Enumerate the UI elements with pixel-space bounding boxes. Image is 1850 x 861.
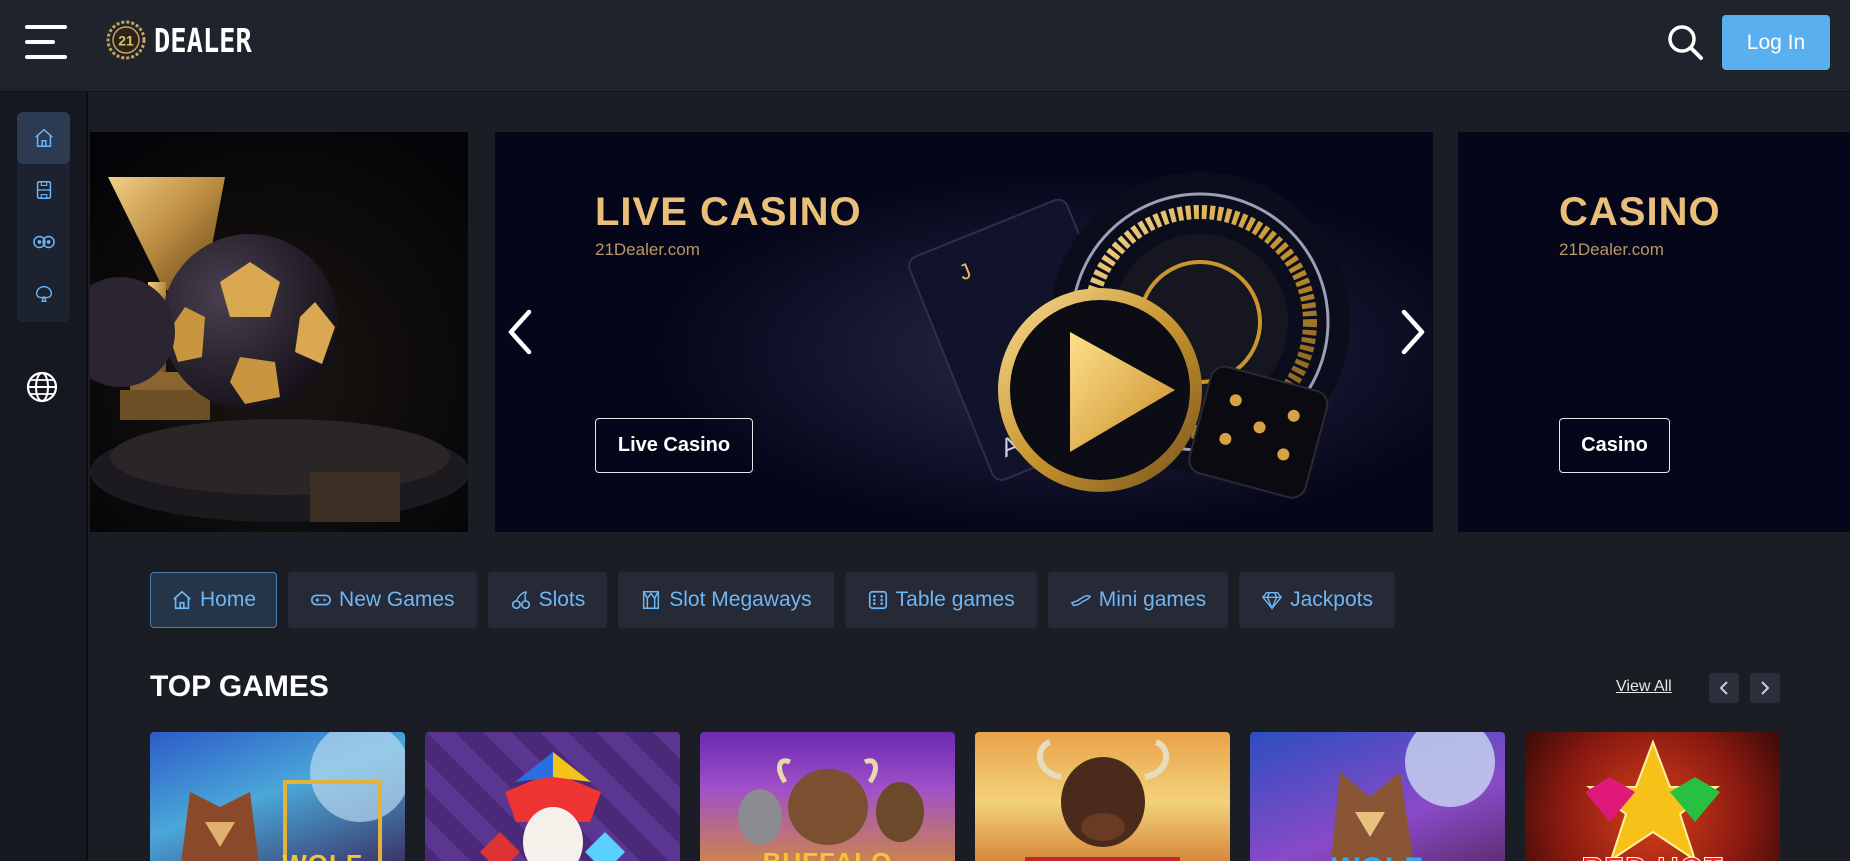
chevron-left-icon[interactable] <box>503 302 543 362</box>
left-sidebar <box>0 92 88 861</box>
diamond-icon <box>1262 591 1283 611</box>
game-title: BUFFALO <box>700 847 955 861</box>
plane-icon <box>1070 595 1091 607</box>
tab-label: Slots <box>538 588 586 611</box>
sidebar-nav <box>17 112 70 322</box>
logo-badge-icon: 21 <box>106 20 146 60</box>
gamepad-icon <box>311 594 332 606</box>
logo-number: 21 <box>118 33 134 49</box>
tab-label: Home <box>200 588 257 611</box>
tab-new-games[interactable]: New Games <box>288 572 477 628</box>
game-tile[interactable] <box>975 732 1230 861</box>
logo-text: DEALER <box>154 20 252 60</box>
banner-subtitle: 21Dealer.com <box>595 240 700 259</box>
game-title: RED HOT <box>1525 852 1780 861</box>
tab-jackpots[interactable]: Jackpots <box>1239 572 1395 628</box>
login-button[interactable]: Log In <box>1722 15 1830 70</box>
tab-slot-megaways[interactable]: Slot Megaways <box>618 572 834 628</box>
tab-label: Mini games <box>1098 588 1207 611</box>
tab-label: Jackpots <box>1290 588 1373 611</box>
globe-icon[interactable] <box>25 370 59 404</box>
tab-label: New Games <box>339 588 455 611</box>
banner-live-casino[interactable]: A J LIVE CASINO 21Dealer.com Live Casino <box>495 132 1433 532</box>
sidebar-item-live-casino[interactable] <box>17 216 70 268</box>
tab-mini-games[interactable]: Mini games <box>1047 572 1229 628</box>
live-casino-button[interactable]: Live Casino <box>595 418 753 473</box>
trophy-football-image <box>90 132 468 532</box>
home-icon <box>34 128 53 147</box>
game-tile[interactable] <box>425 732 680 861</box>
wolf-game-image <box>1331 732 1495 861</box>
tab-label: Slot Megaways <box>669 588 812 611</box>
banner-sports[interactable] <box>90 132 468 532</box>
view-all-link[interactable]: View All <box>1616 678 1672 696</box>
chevron-left-icon <box>1719 681 1728 695</box>
banner-title: LIVE CASINO <box>595 190 862 234</box>
tab-label: Table games <box>895 588 1015 611</box>
category-tabs: Home New Games Slots Slot Megaways Table… <box>150 572 1395 628</box>
bull-game-image <box>1025 739 1180 861</box>
sports-icon <box>36 181 51 199</box>
cherries-icon <box>511 591 530 610</box>
dice-icon <box>868 590 887 610</box>
sidebar-item-sports[interactable] <box>17 164 70 216</box>
menu-icon[interactable] <box>25 25 67 59</box>
live-casino-icon <box>32 235 55 249</box>
top-header: 21 DEALER Log In <box>0 0 1850 92</box>
tab-table-games[interactable]: Table games <box>844 572 1037 628</box>
chevron-right-icon[interactable] <box>1390 302 1430 362</box>
game-tile[interactable]: BUFFALO <box>700 732 955 861</box>
game-tile[interactable]: RED HOT <box>1525 732 1780 861</box>
casino-button[interactable]: Casino <box>1559 418 1670 473</box>
wolf-game-image <box>181 732 405 861</box>
banner-casino[interactable]: CASINO 21Dealer.com Casino <box>1458 132 1850 532</box>
sidebar-item-home[interactable] <box>17 112 70 164</box>
game-tile[interactable]: WOLF <box>1250 732 1505 861</box>
tab-slots[interactable]: Slots <box>487 572 608 628</box>
casino-icon <box>35 285 52 303</box>
sidebar-item-casino[interactable] <box>17 268 70 320</box>
top-games-title: TOP GAMES <box>150 670 329 703</box>
red-hot-game-image <box>1585 739 1721 861</box>
logo[interactable]: 21 DEALER <box>106 20 273 60</box>
buffalo-game-image <box>738 758 924 845</box>
megaways-icon <box>643 591 660 609</box>
joker-game-image <box>480 752 625 861</box>
games-prev-button[interactable] <box>1709 673 1739 703</box>
banner-title: CASINO <box>1559 190 1721 234</box>
banner-subtitle: 21Dealer.com <box>1559 240 1664 259</box>
game-title: WOLF <box>1250 852 1505 861</box>
games-next-button[interactable] <box>1750 673 1780 703</box>
tab-home[interactable]: Home <box>150 572 278 628</box>
home-icon <box>173 590 191 610</box>
game-title: WOLF <box>240 849 405 861</box>
game-tile[interactable]: WOLF <box>150 732 405 861</box>
chevron-right-icon <box>1761 681 1770 695</box>
search-icon[interactable] <box>1665 22 1705 62</box>
